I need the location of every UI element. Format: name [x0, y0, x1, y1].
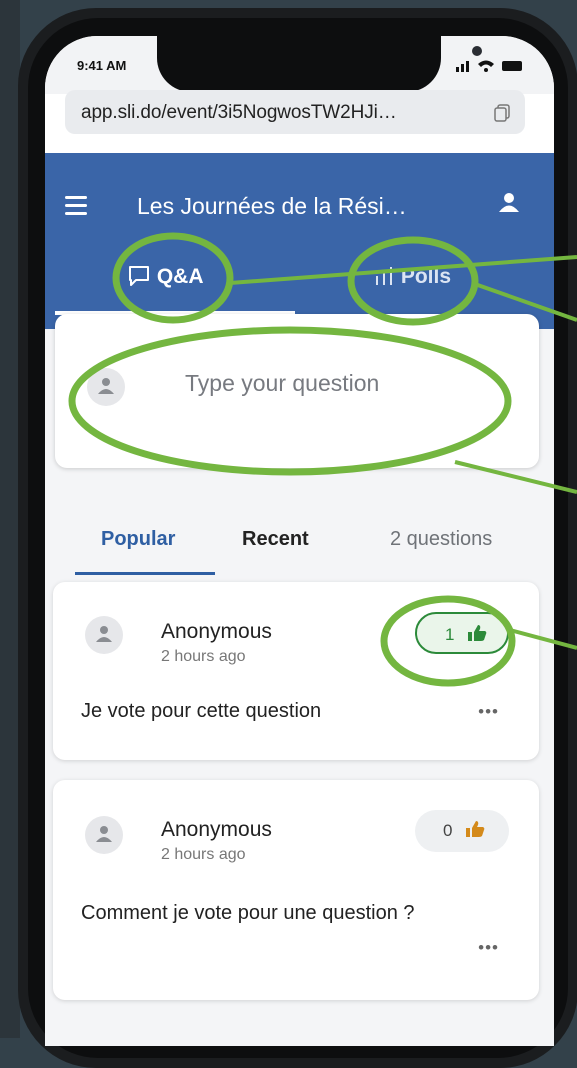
- question-count: 2 questions: [390, 528, 493, 550]
- phone-notch: [157, 36, 482, 92]
- background-strip: [0, 0, 20, 1038]
- avatar-icon: [85, 616, 123, 654]
- filter-recent[interactable]: Recent: [242, 528, 309, 551]
- tab-qa[interactable]: Q&A: [127, 265, 204, 289]
- thumbs-up-icon: [468, 625, 487, 641]
- question-placeholder: Type your question: [185, 370, 380, 396]
- status-time: 9:41 AM: [77, 58, 127, 73]
- status-icons: [456, 60, 522, 72]
- menu-icon[interactable]: [65, 196, 91, 216]
- browser-url-bar[interactable]: app.sli.do/event/3i5NogwosTW2HJi…: [65, 90, 525, 134]
- question-card: Anonymous 2 hours ago 1 Je vote pour cet…: [53, 582, 539, 760]
- question-text: Je vote pour cette question: [81, 700, 322, 722]
- copy-icon[interactable]: [493, 104, 511, 122]
- chat-bubble-icon: [129, 266, 149, 286]
- more-options-icon[interactable]: •••: [478, 938, 499, 958]
- bottom-area: [45, 1021, 554, 1046]
- app-header: Les Journées de la Rési… Q&A Polls: [45, 153, 554, 329]
- filter-popular[interactable]: Popular: [101, 528, 175, 551]
- thumbs-up-icon: [466, 821, 485, 837]
- question-card: Anonymous 2 hours ago 0 Comment je vote …: [53, 780, 539, 1000]
- question-author: Anonymous: [161, 620, 272, 643]
- tab-qa-label: Q&A: [156, 265, 204, 288]
- avatar-icon: [87, 368, 125, 406]
- question-input[interactable]: Type your question: [55, 314, 539, 468]
- vote-count: 0: [443, 821, 453, 840]
- url-text: app.sli.do/event/3i5NogwosTW2HJi…: [81, 102, 397, 123]
- more-options-icon[interactable]: •••: [478, 702, 499, 722]
- question-filters: Popular Recent 2 questions: [45, 516, 554, 576]
- question-time: 2 hours ago: [161, 846, 246, 863]
- vote-count: 1: [445, 625, 455, 644]
- phone-screen: 9:41 AM app.sli.do/event/3i5NogwosTW2HJi…: [45, 36, 554, 1046]
- tab-polls[interactable]: Polls: [373, 265, 451, 289]
- question-time: 2 hours ago: [161, 648, 246, 665]
- question-text: Comment je vote pour une question ?: [81, 902, 415, 924]
- tab-polls-label: Polls: [400, 265, 452, 288]
- question-author: Anonymous: [161, 818, 272, 841]
- upvote-button[interactable]: 0: [415, 810, 509, 852]
- user-icon[interactable]: [498, 191, 520, 213]
- filter-active-indicator: [75, 572, 215, 575]
- front-camera: [472, 46, 482, 56]
- avatar-icon: [85, 816, 123, 854]
- bar-chart-icon: [376, 267, 392, 285]
- upvote-button[interactable]: 1: [415, 612, 509, 654]
- event-title: Les Journées de la Rési…: [137, 193, 407, 219]
